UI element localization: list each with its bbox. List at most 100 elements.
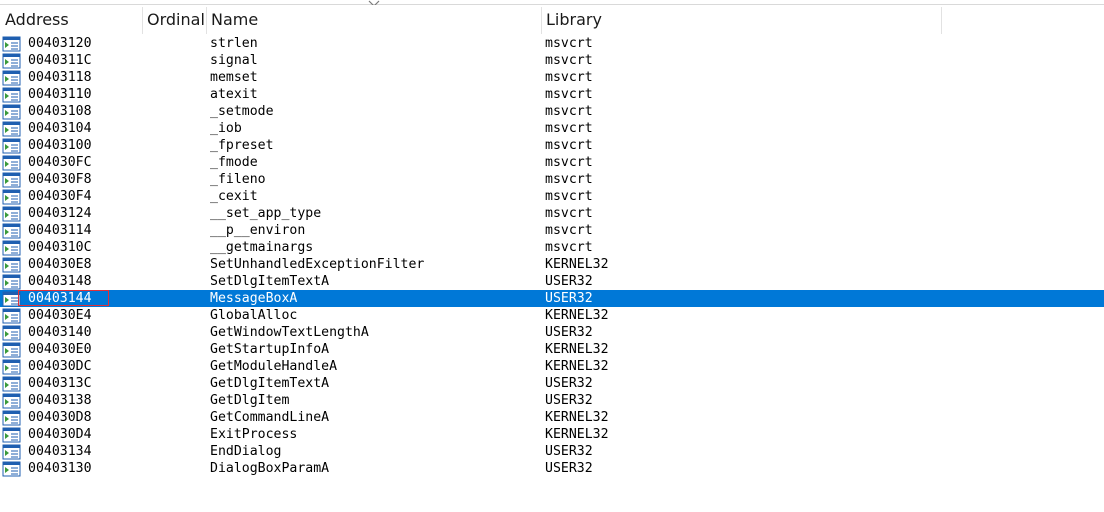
table-row[interactable]: 004030E8 SetUnhandledExceptionFilter KERNE… <box>0 256 1104 273</box>
import-function-icon <box>2 138 21 154</box>
table-row[interactable]: 0040310C __getmainargs msvcrt <box>0 239 1104 256</box>
cell-library: KERNEL32 <box>545 427 609 442</box>
cell-library: USER32 <box>545 376 593 391</box>
table-row[interactable]: 00403134 EndDialog USER32 <box>0 443 1104 460</box>
import-function-icon <box>2 172 21 188</box>
table-row[interactable]: 00403110 atexit msvcrt <box>0 86 1104 103</box>
cell-library: msvcrt <box>545 206 593 221</box>
cell-library: USER32 <box>545 325 593 340</box>
import-function-icon <box>2 121 21 137</box>
table-row[interactable]: 00403104 _iob msvcrt <box>0 120 1104 137</box>
cell-library: msvcrt <box>545 138 593 153</box>
column-header-library[interactable]: Library <box>541 5 941 34</box>
table-row[interactable]: 0040313C GetDlgItemTextA USER32 <box>0 375 1104 392</box>
cell-library: USER32 <box>545 274 593 289</box>
cell-address: 00403134 <box>28 444 92 459</box>
cell-name: _fpreset <box>210 138 274 153</box>
cell-name: __getmainargs <box>210 240 314 255</box>
cell-name: GetWindowTextLengthA <box>210 325 369 340</box>
import-function-icon <box>2 461 21 477</box>
cell-name: SetDlgItemTextA <box>210 274 330 289</box>
table-row[interactable]: 004030DC GetModuleHandleA KERNEL32 <box>0 358 1104 375</box>
cell-name: GetModuleHandleA <box>210 359 338 374</box>
table-row[interactable]: 004030E0 GetStartupInfoA KERNEL32 <box>0 341 1104 358</box>
cell-name: strlen <box>210 36 258 51</box>
table-row[interactable]: 00403130 DialogBoxParamA USER32 <box>0 460 1104 477</box>
cell-name: _fmode <box>210 155 258 170</box>
table-row[interactable]: 00403124 __set_app_type msvcrt <box>0 205 1104 222</box>
cell-name: atexit <box>210 87 258 102</box>
cell-library: KERNEL32 <box>545 308 609 323</box>
cell-address: 004030E0 <box>28 342 92 357</box>
cell-library: msvcrt <box>545 104 593 119</box>
imports-list-view: Address Ordinal Name Library 00403120 str… <box>0 0 1104 512</box>
cell-address: 00403138 <box>28 393 92 408</box>
table-row[interactable]: 00403120 strlen msvcrt <box>0 35 1104 52</box>
table-row-selected[interactable]: 00403144 MessageBoxA USER32 <box>0 290 1104 307</box>
cell-address: 0040311C <box>28 53 92 68</box>
cell-address: 00403148 <box>28 274 92 289</box>
cell-name: _iob <box>210 121 242 136</box>
import-function-icon <box>2 308 21 324</box>
cell-name: _cexit <box>210 189 258 204</box>
import-function-icon <box>2 427 21 443</box>
table-row[interactable]: 00403118 memset msvcrt <box>0 69 1104 86</box>
table-row[interactable]: 004030D8 GetCommandLineA KERNEL32 <box>0 409 1104 426</box>
cell-name: __set_app_type <box>210 206 322 221</box>
import-function-icon <box>2 53 21 69</box>
table-row[interactable]: 004030FC _fmode msvcrt <box>0 154 1104 171</box>
cell-name: signal <box>210 53 258 68</box>
column-header-ordinal[interactable]: Ordinal <box>142 5 206 34</box>
import-function-icon <box>2 155 21 171</box>
import-function-icon <box>2 325 21 341</box>
import-function-icon <box>2 70 21 86</box>
cell-address: 004030F8 <box>28 172 92 187</box>
cell-name: GetCommandLineA <box>210 410 330 425</box>
cell-name: EndDialog <box>210 444 282 459</box>
table-row[interactable]: 004030F8 _fileno msvcrt <box>0 171 1104 188</box>
column-divider[interactable] <box>941 7 942 34</box>
table-row[interactable]: 0040311C signal msvcrt <box>0 52 1104 69</box>
import-function-icon <box>2 87 21 103</box>
cell-address: 0040313C <box>28 376 92 391</box>
column-header-name[interactable]: Name <box>206 5 541 34</box>
cell-address: 004030E8 <box>28 257 92 272</box>
table-row[interactable]: 004030E4 GlobalAlloc KERNEL32 <box>0 307 1104 324</box>
cell-library: msvcrt <box>545 189 593 204</box>
table-row[interactable]: 00403140 GetWindowTextLengthA USER32 <box>0 324 1104 341</box>
cell-name: _setmode <box>210 104 274 119</box>
cell-address: 004030F4 <box>28 189 92 204</box>
cell-library: KERNEL32 <box>545 359 609 374</box>
cell-address: 00403100 <box>28 138 92 153</box>
focus-outline <box>18 290 109 306</box>
column-header-address[interactable]: Address <box>0 5 143 34</box>
cell-address: 00403140 <box>28 325 92 340</box>
import-function-icon <box>2 274 21 290</box>
cell-name: GlobalAlloc <box>210 308 298 323</box>
import-function-icon <box>2 444 21 460</box>
cell-address: 0040310C <box>28 240 92 255</box>
table-row[interactable]: 00403108 _setmode msvcrt <box>0 103 1104 120</box>
cell-library: msvcrt <box>545 53 593 68</box>
table-row[interactable]: 00403114 __p__environ msvcrt <box>0 222 1104 239</box>
table-row[interactable]: 004030F4 _cexit msvcrt <box>0 188 1104 205</box>
cell-address: 004030E4 <box>28 308 92 323</box>
cell-library: KERNEL32 <box>545 257 609 272</box>
import-function-icon <box>2 359 21 375</box>
cell-library: USER32 <box>545 461 593 476</box>
cell-name: GetStartupInfoA <box>210 342 330 357</box>
cell-library: msvcrt <box>545 121 593 136</box>
cell-name: GetDlgItemTextA <box>210 376 330 391</box>
import-function-icon <box>2 240 21 256</box>
table-row[interactable]: 00403100 _fpreset msvcrt <box>0 137 1104 154</box>
cell-name: SetUnhandledExceptionFilter <box>210 257 425 272</box>
cell-library: msvcrt <box>545 36 593 51</box>
table-row[interactable]: 004030D4 ExitProcess KERNEL32 <box>0 426 1104 443</box>
cell-library: msvcrt <box>545 223 593 238</box>
table-row[interactable]: 00403148 SetDlgItemTextA USER32 <box>0 273 1104 290</box>
import-function-icon <box>2 410 21 426</box>
cell-address: 004030FC <box>28 155 92 170</box>
table-row[interactable]: 00403138 GetDlgItem USER32 <box>0 392 1104 409</box>
cell-address: 00403120 <box>28 36 92 51</box>
cell-name: MessageBoxA <box>210 291 298 306</box>
